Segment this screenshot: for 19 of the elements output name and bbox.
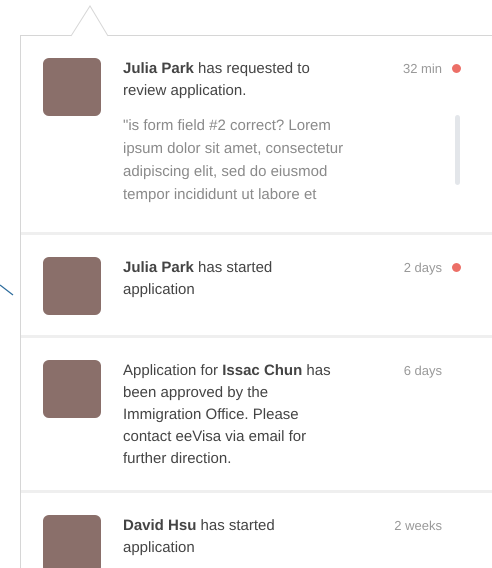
notification-message: Julia Park has started application xyxy=(123,258,274,300)
scrollbar-thumb[interactable] xyxy=(455,114,460,184)
notification-row[interactable]: Application for Issac Chun has been approved by the Immigration Office. Please contact eeVisa via email for further direction. 6 days xyxy=(21,338,492,493)
avatar-placeholder xyxy=(43,58,101,116)
notification-row[interactable]: Julia Park has started application 2 days xyxy=(21,235,492,338)
notification-message: Application for Issac Chun has been approved by the Immigration Office. Please contact eeVisa via email for further direction. xyxy=(123,361,332,469)
avatar-placeholder xyxy=(43,360,101,418)
notification-message: Julia Park has requested to review application. xyxy=(123,59,311,101)
time-label: 6 days xyxy=(404,362,442,380)
time-label: 32 min xyxy=(402,60,442,78)
notification-row[interactable]: Julia Park has requested to review application. "is form field #2 correct? Lorem ipsum dolor sit amet, consectetur adipiscing elit, sed do eiusmod tempor incididunt ut labore et 32 min xyxy=(21,36,492,235)
notification-row[interactable]: David Hsu has started application 2 weeks xyxy=(21,493,492,568)
avatar-placeholder xyxy=(43,515,101,568)
notification-message: David Hsu has started application xyxy=(123,516,276,558)
time-label: 2 days xyxy=(404,259,442,277)
time-label: 2 weeks xyxy=(394,517,442,535)
leader-line xyxy=(0,284,14,296)
avatar-placeholder xyxy=(43,257,101,315)
message-quote: "is form field #2 correct? Lorem ipsum dolor sit amet, consectetur adipiscing elit, sed do eiusmod tempor incididunt ut labore et xyxy=(123,116,344,205)
